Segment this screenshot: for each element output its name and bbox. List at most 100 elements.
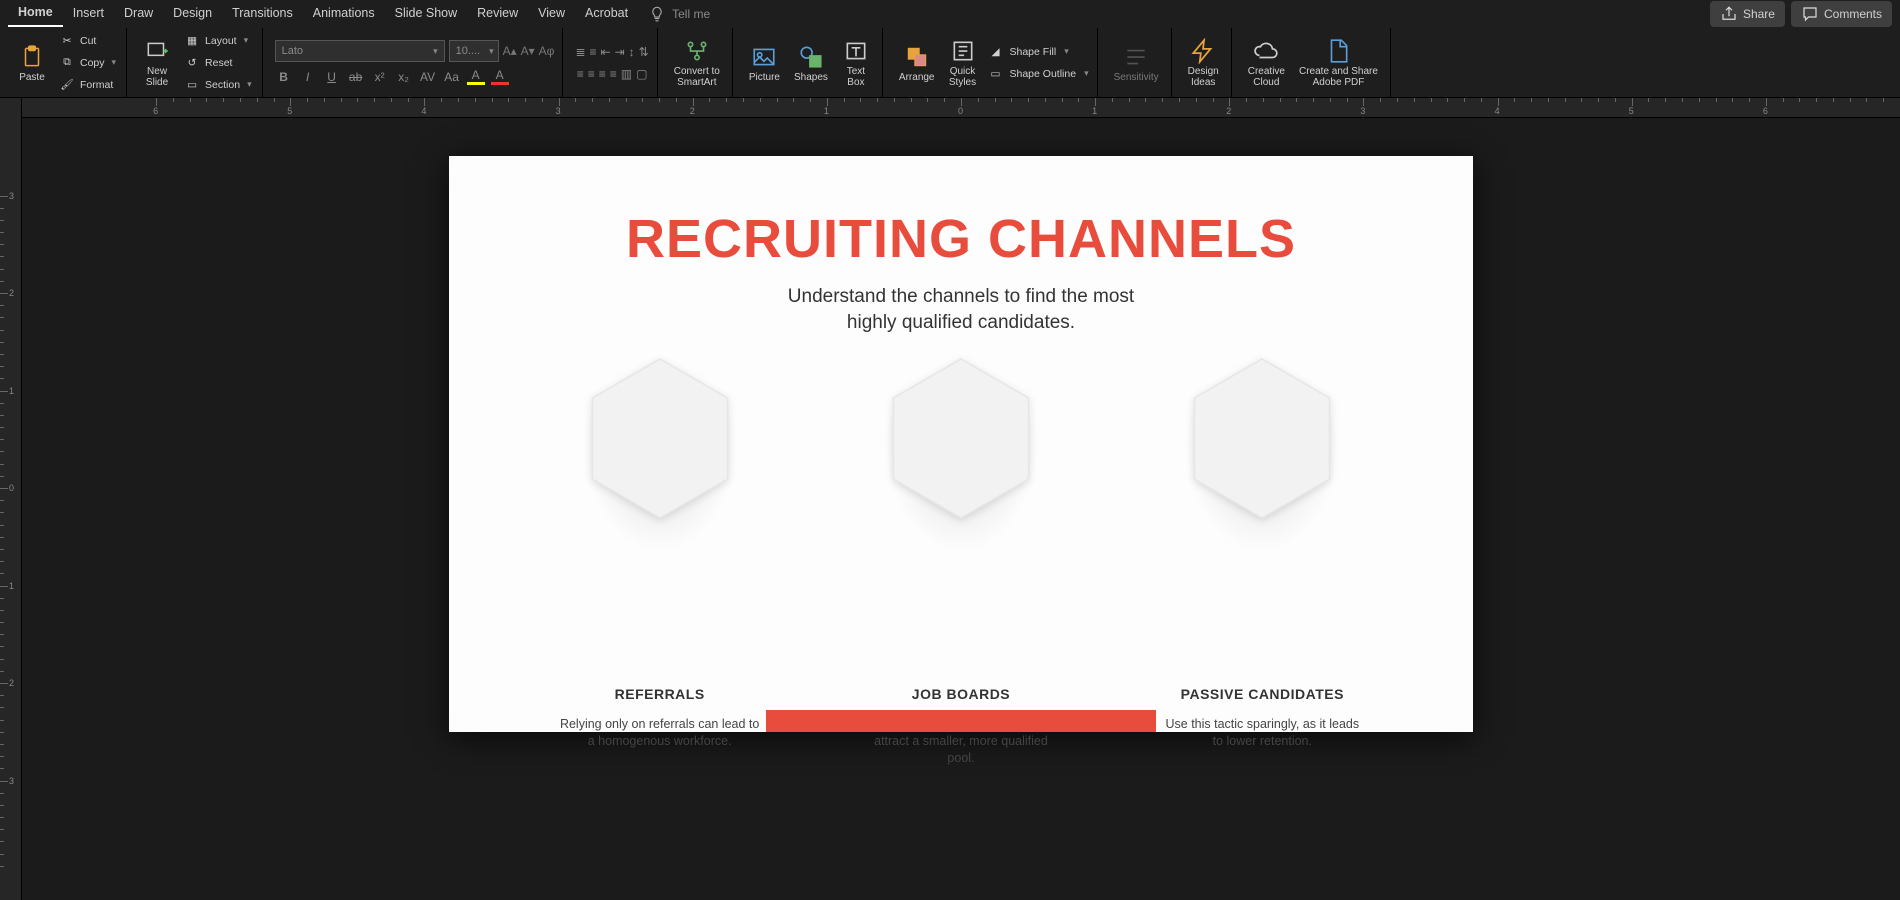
justify-button[interactable]: ≡ bbox=[610, 67, 617, 81]
align-center-button[interactable]: ≡ bbox=[588, 67, 595, 81]
slide-title[interactable]: RECRUITING CHANNELS bbox=[449, 156, 1473, 270]
tab-review[interactable]: Review bbox=[467, 2, 528, 26]
indent-increase-button[interactable]: ⇥ bbox=[615, 45, 625, 59]
align-text-button[interactable]: ▢ bbox=[636, 67, 647, 81]
tab-slideshow[interactable]: Slide Show bbox=[385, 2, 468, 26]
new-slide-button[interactable]: New Slide bbox=[139, 37, 175, 88]
slide[interactable]: RECRUITING CHANNELS Understand the chann… bbox=[449, 156, 1473, 732]
text-direction-button[interactable]: ⇅ bbox=[639, 45, 649, 59]
hexagon-icon bbox=[585, 356, 735, 521]
copy-button[interactable]: ⧉Copy▾ bbox=[56, 53, 118, 73]
align-left-button[interactable]: ≡ bbox=[577, 67, 584, 81]
decrease-font-button[interactable]: A▾ bbox=[521, 44, 535, 58]
align-right-button[interactable]: ≡ bbox=[599, 67, 606, 81]
hex-col-3[interactable]: PASSIVE CANDIDATES Use this tactic spari… bbox=[1132, 356, 1392, 767]
col3-text[interactable]: Use this tactic sparingly, as it leads t… bbox=[1162, 716, 1362, 750]
textbox-label: Text Box bbox=[847, 66, 865, 88]
font-name-dropdown[interactable]: Lato ▾ bbox=[275, 40, 445, 62]
sensitivity-button[interactable]: Sensitivity bbox=[1110, 43, 1163, 83]
tab-animations[interactable]: Animations bbox=[303, 2, 385, 26]
increase-font-button[interactable]: A▴ bbox=[503, 44, 517, 58]
comments-button[interactable]: Comments bbox=[1791, 1, 1892, 27]
adobe-pdf-label: Create and Share Adobe PDF bbox=[1299, 66, 1378, 88]
layout-button[interactable]: ▦Layout▾ bbox=[181, 31, 254, 51]
share-label: Share bbox=[1743, 7, 1775, 21]
shapes-label: Shapes bbox=[794, 72, 828, 83]
slide-subtitle[interactable]: Understand the channels to find the most… bbox=[449, 284, 1473, 335]
tab-view[interactable]: View bbox=[528, 2, 575, 26]
numbering-button[interactable]: ≡ bbox=[590, 45, 597, 59]
col1-text[interactable]: Relying only on referrals can lead to a … bbox=[560, 716, 760, 750]
highlight-button[interactable]: A bbox=[467, 68, 485, 85]
col1-title[interactable]: REFERRALS bbox=[615, 686, 705, 702]
group-insert: Picture Shapes Text Box bbox=[737, 28, 883, 97]
convert-smartart-button[interactable]: Convert to SmartArt bbox=[670, 37, 724, 88]
columns-button[interactable]: ▥ bbox=[621, 67, 632, 81]
chevron-down-icon: ▾ bbox=[112, 57, 117, 68]
comments-label: Comments bbox=[1824, 7, 1882, 21]
section-label: Section bbox=[205, 79, 240, 91]
subscript-button[interactable]: x₂ bbox=[395, 70, 413, 84]
group-slides: New Slide ▦Layout▾ ↺Reset ▭Section▾ bbox=[131, 28, 263, 97]
tab-design[interactable]: Design bbox=[163, 2, 222, 26]
underline-button[interactable]: U bbox=[323, 70, 341, 84]
change-case-button[interactable]: Aa bbox=[443, 70, 461, 84]
clear-format-button[interactable]: Aφ bbox=[539, 44, 555, 58]
shape-outline-button[interactable]: ▭Shape Outline▾ bbox=[987, 64, 1089, 84]
tab-home[interactable]: Home bbox=[8, 1, 63, 27]
line-spacing-button[interactable]: ↕ bbox=[629, 45, 635, 59]
chevron-down-icon: ▾ bbox=[1084, 68, 1089, 79]
quick-styles-button[interactable]: Quick Styles bbox=[945, 37, 981, 88]
font-color-button[interactable]: A bbox=[491, 68, 509, 85]
share-button[interactable]: Share bbox=[1710, 1, 1785, 27]
hex-col-2[interactable]: JOB BOARDS Write highly specific notices… bbox=[831, 356, 1091, 767]
textbox-button[interactable]: Text Box bbox=[838, 37, 874, 88]
tab-transitions[interactable]: Transitions bbox=[222, 2, 303, 26]
sensitivity-label: Sensitivity bbox=[1114, 72, 1159, 83]
slide-canvas[interactable]: RECRUITING CHANNELS Understand the chann… bbox=[22, 118, 1900, 900]
shape-fill-button[interactable]: ◢Shape Fill▾ bbox=[987, 42, 1089, 62]
strike-button[interactable]: ab bbox=[347, 70, 365, 84]
reset-button[interactable]: ↺Reset bbox=[181, 53, 254, 73]
col2-title[interactable]: JOB BOARDS bbox=[912, 686, 1010, 702]
arrange-button[interactable]: Arrange bbox=[895, 43, 939, 83]
quick-styles-icon bbox=[949, 37, 977, 65]
hex-col-1[interactable]: REFERRALS Relying only on referrals can … bbox=[530, 356, 790, 767]
cut-button[interactable]: ✂Cut bbox=[56, 31, 118, 51]
group-clipboard: Paste ✂Cut ⧉Copy▾ 🖌Format bbox=[6, 28, 127, 97]
font-size-dropdown[interactable]: 10....▾ bbox=[449, 40, 499, 62]
paste-button[interactable]: Paste bbox=[14, 43, 50, 83]
design-ideas-button[interactable]: Design Ideas bbox=[1184, 37, 1223, 88]
section-button[interactable]: ▭Section▾ bbox=[181, 75, 254, 95]
layout-icon: ▦ bbox=[183, 32, 201, 50]
indent-decrease-button[interactable]: ⇤ bbox=[601, 45, 611, 59]
chevron-down-icon: ▾ bbox=[244, 35, 249, 46]
superscript-button[interactable]: x² bbox=[371, 70, 389, 84]
picture-button[interactable]: Picture bbox=[745, 43, 784, 83]
chevron-down-icon: ▾ bbox=[433, 46, 438, 57]
italic-button[interactable]: I bbox=[299, 70, 317, 84]
text-effects-button[interactable]: AV bbox=[419, 70, 437, 84]
red-accent-bar[interactable] bbox=[766, 710, 1156, 732]
tab-acrobat[interactable]: Acrobat bbox=[575, 2, 638, 26]
chevron-down-icon: ▾ bbox=[247, 79, 252, 90]
tell-me[interactable]: Tell me bbox=[638, 1, 720, 27]
font-name-value: Lato bbox=[282, 45, 303, 57]
adobe-pdf-button[interactable]: Create and Share Adobe PDF bbox=[1295, 37, 1382, 88]
design-ideas-label: Design Ideas bbox=[1188, 66, 1219, 88]
reset-label: Reset bbox=[205, 57, 232, 69]
group-arrange: Arrange Quick Styles ◢Shape Fill▾ ▭Shape… bbox=[887, 28, 1098, 97]
bold-button[interactable]: B bbox=[275, 70, 293, 84]
paste-label: Paste bbox=[19, 72, 45, 83]
creative-cloud-button[interactable]: Creative Cloud bbox=[1244, 37, 1289, 88]
col3-title[interactable]: PASSIVE CANDIDATES bbox=[1181, 686, 1344, 702]
shapes-button[interactable]: Shapes bbox=[790, 43, 832, 83]
share-icon bbox=[1720, 5, 1738, 23]
bullets-button[interactable]: ≣ bbox=[575, 45, 585, 59]
subtitle-line1: Understand the channels to find the most bbox=[788, 286, 1134, 307]
tab-draw[interactable]: Draw bbox=[114, 2, 163, 26]
comment-icon bbox=[1801, 5, 1819, 23]
format-painter-button[interactable]: 🖌Format bbox=[56, 75, 118, 95]
shape-outline-label: Shape Outline bbox=[1010, 68, 1077, 80]
tab-insert[interactable]: Insert bbox=[63, 2, 114, 26]
